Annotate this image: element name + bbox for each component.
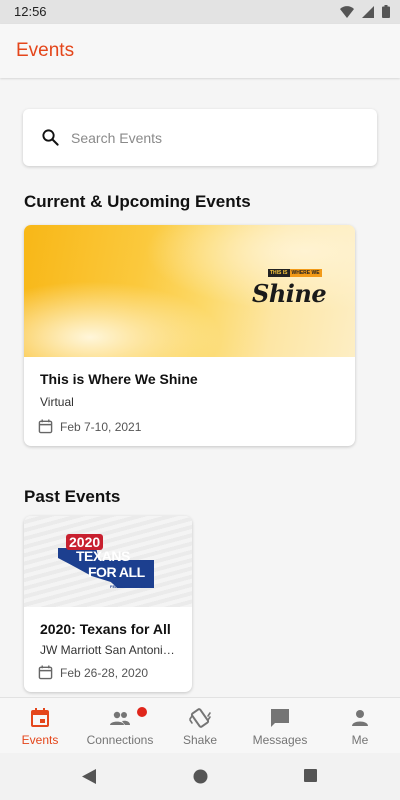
- event-date-row: Feb 26-28, 2020: [38, 665, 148, 680]
- search-input[interactable]: [71, 125, 351, 151]
- calendar-icon: [38, 665, 53, 680]
- nav-item-events[interactable]: Events: [0, 698, 80, 754]
- event-date: Feb 7-10, 2021: [60, 419, 142, 434]
- event-date-row: Feb 7-10, 2021: [38, 419, 141, 434]
- bottom-nav: Events Connections Shake Messages Me: [0, 697, 400, 753]
- nav-item-shake[interactable]: Shake: [160, 698, 240, 754]
- event-logo: 2020 TEXANS FOR ALL FEBRUARY 26 - 28: [58, 530, 158, 594]
- logo-tag: WHERE WE: [289, 269, 322, 277]
- nav-label: Events: [21, 733, 59, 747]
- battery-icon: [382, 5, 390, 18]
- calendar-icon: [31, 708, 49, 727]
- event-title: 2020: Texans for All: [40, 621, 171, 637]
- people-icon: [110, 711, 130, 725]
- shake-phone-icon: [189, 708, 211, 728]
- event-card[interactable]: 2020 TEXANS FOR ALL FEBRUARY 26 - 28 202…: [24, 516, 192, 692]
- event-location: Virtual: [40, 395, 74, 409]
- nav-item-messages[interactable]: Messages: [240, 698, 320, 754]
- logo-word: TEXANS: [76, 548, 130, 564]
- logo-tag: THIS IS: [268, 269, 290, 277]
- nav-item-me[interactable]: Me: [320, 698, 400, 754]
- nav-item-connections[interactable]: Connections: [80, 698, 160, 754]
- search-box[interactable]: [23, 109, 377, 166]
- search-icon: [42, 129, 59, 146]
- nav-label: Me: [351, 733, 369, 747]
- event-logo: THIS IS WHERE WE Shine: [248, 269, 338, 309]
- logo-word: FOR ALL: [88, 564, 145, 580]
- event-card[interactable]: THIS IS WHERE WE Shine This is Where We …: [24, 225, 355, 446]
- calendar-icon: [38, 419, 53, 434]
- status-bar: 12:56: [0, 0, 400, 24]
- system-nav-bar: [0, 753, 400, 800]
- nav-label: Shake: [182, 733, 218, 747]
- events-content[interactable]: Current & Upcoming Events THIS IS WHERE …: [0, 78, 400, 697]
- recents-icon[interactable]: [304, 769, 317, 782]
- nav-label: Messages: [252, 733, 308, 747]
- event-banner-image: 2020 TEXANS FOR ALL FEBRUARY 26 - 28: [24, 516, 192, 607]
- app-bar: Events: [0, 24, 400, 78]
- back-icon[interactable]: [82, 769, 96, 784]
- event-date: Feb 26-28, 2020: [60, 665, 149, 680]
- current-events-heading: Current & Upcoming Events: [24, 192, 251, 211]
- logo-word: Shine: [252, 279, 327, 308]
- status-time: 12:56: [14, 4, 47, 19]
- event-location: JW Marriott San Antonio ...: [40, 643, 180, 657]
- notification-badge: [137, 707, 147, 717]
- person-icon: [352, 710, 368, 726]
- home-icon[interactable]: [193, 769, 208, 784]
- wifi-icon: [340, 5, 354, 18]
- past-events-heading: Past Events: [24, 487, 121, 506]
- nav-label: Connections: [86, 733, 154, 747]
- logo-dates: FEBRUARY 26 - 28: [110, 584, 146, 589]
- event-title: This is Where We Shine: [40, 371, 198, 387]
- message-icon: [271, 709, 289, 727]
- status-icons: [340, 5, 390, 18]
- page-title: Events: [16, 40, 75, 61]
- signal-icon: [362, 5, 374, 18]
- event-banner-image: THIS IS WHERE WE Shine: [24, 225, 355, 357]
